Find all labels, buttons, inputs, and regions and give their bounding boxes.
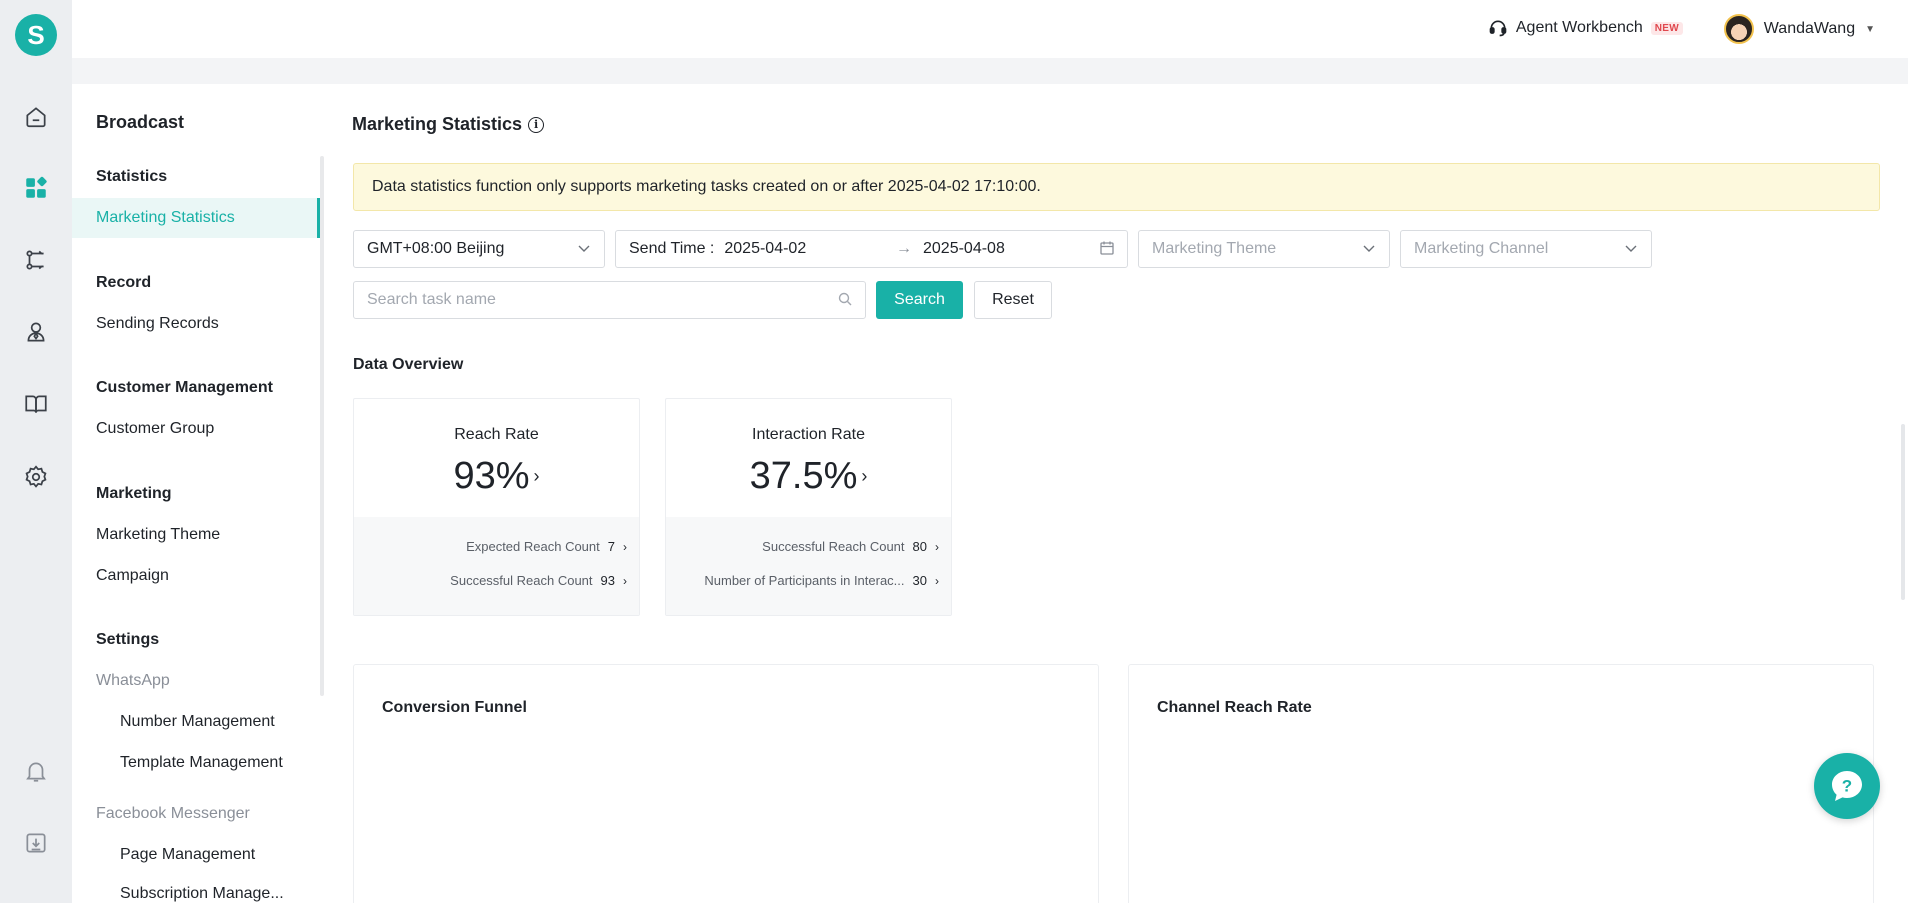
sidebar-group-record: Record (96, 274, 152, 291)
successful-reach-count-row[interactable]: Successful Reach Count 93 › (450, 573, 627, 588)
page-title-text: Marketing Statistics (352, 114, 523, 134)
caret-down-icon: ▼ (1865, 23, 1875, 35)
sidebar-group-customer-management: Customer Management (96, 379, 273, 396)
chevron-down-icon (578, 245, 590, 252)
conversion-funnel-panel: Conversion Funnel (353, 664, 1099, 903)
date-start-input[interactable]: 2025-04-02 (724, 240, 806, 258)
sidebar-item-campaign[interactable]: Campaign (72, 556, 320, 596)
bell-icon[interactable] (20, 755, 52, 787)
stat-label: Number of Participants in Interac... (704, 573, 905, 588)
channel-reach-rate-panel: Channel Reach Rate (1128, 664, 1874, 903)
stat-label: Expected Reach Count (466, 539, 600, 554)
sidebar-item-subscription-management[interactable]: Subscription Manage... (72, 874, 320, 903)
search-placeholder: Search task name (367, 291, 496, 308)
stat-label: Successful Reach Count (762, 539, 905, 554)
help-icon: ? (1832, 771, 1862, 801)
expected-reach-count-row[interactable]: Expected Reach Count 7 › (466, 539, 627, 554)
chevron-right-icon: › (935, 539, 939, 554)
timezone-select[interactable]: GMT+08:00 Beijing (353, 230, 605, 268)
search-icon (838, 292, 852, 306)
sidebar-group-marketing: Marketing (96, 485, 172, 502)
home-icon[interactable] (20, 101, 52, 133)
sidebar-item-number-management[interactable]: Number Management (72, 702, 320, 742)
page-title: Marketing Statistics i (352, 114, 545, 135)
chevron-down-icon (1625, 245, 1637, 252)
sidebar-item-page-management[interactable]: Page Management (72, 835, 320, 875)
stat-value: 93 (600, 573, 615, 588)
chevron-right-icon: › (533, 466, 540, 486)
new-badge: NEW (1650, 21, 1683, 35)
stat-value: 30 (912, 573, 927, 588)
stat-value: 7 (607, 539, 615, 554)
svg-text:?: ? (1842, 777, 1852, 796)
notice-text: Data statistics function only supports m… (372, 178, 1041, 195)
successful-reach-count-row[interactable]: Successful Reach Count 80 › (762, 539, 939, 554)
timezone-value: GMT+08:00 Beijing (367, 240, 505, 257)
marketing-theme-select[interactable]: Marketing Theme (1138, 230, 1390, 268)
reach-rate-value[interactable]: 93% › (354, 455, 639, 498)
sidebar-item-marketing-theme[interactable]: Marketing Theme (72, 515, 320, 555)
marketing-channel-select[interactable]: Marketing Channel (1400, 230, 1652, 268)
chevron-right-icon: › (623, 573, 627, 588)
chevron-right-icon: › (935, 573, 939, 588)
chevron-down-icon (1363, 245, 1375, 252)
channel-reach-rate-title: Channel Reach Rate (1157, 699, 1312, 716)
data-overview-title: Data Overview (353, 356, 464, 373)
stat-label: Successful Reach Count (450, 573, 593, 588)
sidebar-title: Broadcast (96, 112, 185, 132)
sidebar-item-customer-group[interactable]: Customer Group (72, 409, 320, 449)
interaction-rate-card: Interaction Rate 37.5% › Successful Reac… (665, 398, 952, 616)
icon-rail: S (0, 0, 72, 903)
sidebar-item-whatsapp[interactable]: WhatsApp (72, 661, 320, 701)
reach-rate-label: Reach Rate (454, 426, 539, 443)
conversion-funnel-title: Conversion Funnel (382, 699, 527, 716)
username: WandaWang (1763, 20, 1856, 37)
stat-value: 80 (912, 539, 927, 554)
interaction-rate-label: Interaction Rate (752, 426, 865, 443)
main-content: Marketing Statistics i Data statistics f… (324, 84, 1908, 903)
send-time-label: Send Time : (629, 240, 715, 257)
app-logo[interactable]: S (15, 14, 57, 56)
send-time-range-picker[interactable]: Send Time : 2025-04-02 → 2025-04-08 (615, 230, 1128, 268)
sidebar-group-statistics: Statistics (96, 168, 168, 185)
chevron-right-icon: › (861, 466, 868, 486)
headset-icon (1489, 20, 1507, 37)
sidebar-item-template-management[interactable]: Template Management (72, 743, 320, 783)
help-chat-button[interactable]: ? (1814, 753, 1880, 819)
notice-banner: Data statistics function only supports m… (353, 163, 1880, 211)
download-icon[interactable] (20, 827, 52, 859)
reach-rate-number: 93% (453, 455, 530, 497)
flow-icon[interactable] (20, 244, 52, 276)
search-button[interactable]: Search (876, 281, 963, 319)
marketing-channel-placeholder: Marketing Channel (1414, 240, 1549, 257)
chevron-right-icon: › (623, 539, 627, 554)
sidebar-group-settings: Settings (96, 631, 160, 648)
settings-icon[interactable] (20, 461, 52, 493)
sidebar-item-marketing-statistics[interactable]: Marketing Statistics (72, 198, 320, 238)
secondary-sidebar: Broadcast Statistics Marketing Statistic… (72, 84, 324, 903)
info-icon[interactable]: i (528, 116, 545, 133)
agent-workbench-label: Agent Workbench (1515, 19, 1643, 36)
date-end-input[interactable]: 2025-04-08 (923, 240, 1005, 258)
book-icon[interactable] (20, 388, 52, 420)
apps-icon[interactable] (20, 172, 52, 204)
contacts-icon[interactable] (20, 316, 52, 348)
reset-button[interactable]: Reset (974, 281, 1052, 319)
search-input[interactable]: Search task name (353, 281, 866, 319)
page-scrollbar[interactable] (1901, 424, 1905, 600)
agent-workbench-link[interactable]: Agent Workbench NEW (1488, 18, 1683, 38)
user-menu[interactable]: WandaWang ▼ (1723, 14, 1875, 44)
avatar (1723, 14, 1754, 44)
top-header: Agent Workbench NEW WandaWang ▼ (72, 0, 1908, 58)
marketing-theme-placeholder: Marketing Theme (1152, 240, 1277, 257)
interaction-rate-number: 37.5% (749, 455, 858, 497)
interaction-rate-value[interactable]: 37.5% › (666, 455, 951, 498)
arrow-right-icon: → (896, 240, 912, 257)
reach-rate-card: Reach Rate 93% › Expected Reach Count 7 … (353, 398, 640, 616)
interaction-participants-row[interactable]: Number of Participants in Interac... 30 … (704, 573, 939, 588)
calendar-icon (1100, 241, 1114, 255)
sidebar-item-facebook-messenger[interactable]: Facebook Messenger (72, 794, 320, 834)
sidebar-item-sending-records[interactable]: Sending Records (72, 304, 320, 344)
